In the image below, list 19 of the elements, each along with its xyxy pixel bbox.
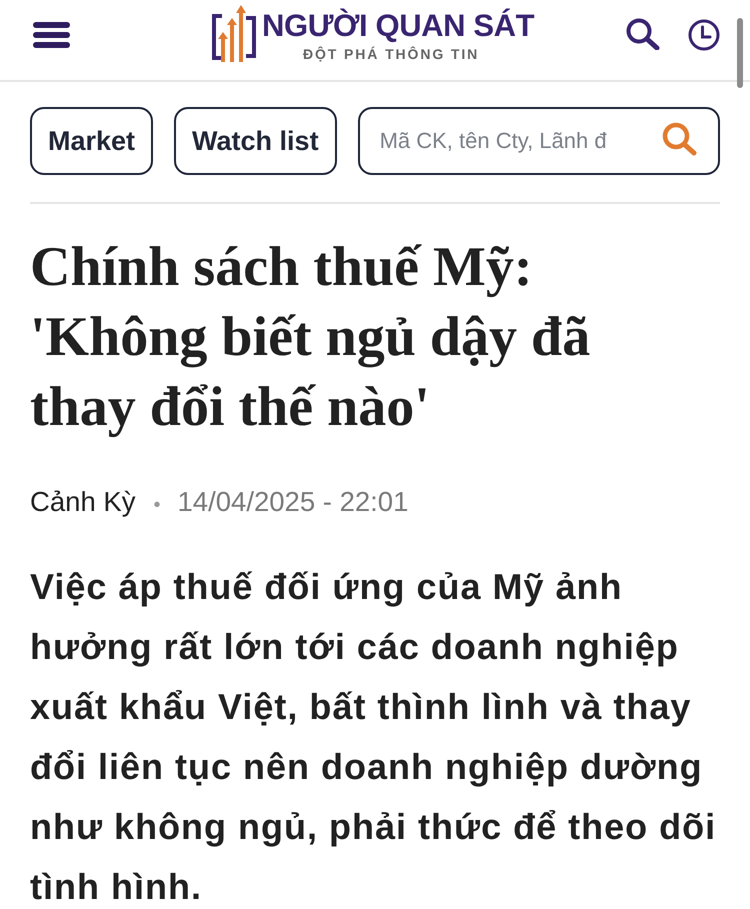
search-icon	[662, 122, 698, 156]
author-name: Cảnh Kỳ	[30, 486, 136, 518]
chart-arrows-logo-icon	[212, 4, 256, 62]
logo-wordmark: NGƯỜI QUAN SÁT	[262, 10, 534, 42]
history-button[interactable]	[688, 19, 720, 51]
separator-dot: •	[153, 493, 160, 518]
search-field[interactable]: Mã CK, tên Cty, Lãnh đ	[358, 107, 720, 175]
nav-button[interactable]: Watch list	[174, 107, 337, 175]
publish-date: 14/04/2025 - 22:01	[178, 486, 408, 518]
search-button[interactable]	[625, 18, 660, 50]
scroll-bar	[737, 18, 743, 88]
article-title: Chính sách thuế Mỹ: 'Không biết ngủ dậy đã thay đổi thế nào'	[30, 235, 592, 440]
search-icon	[625, 18, 660, 50]
article-lead: Việc áp thuế đối ứng của Mỹ ảnh hưởng rất lớn tới các doanh nghiệp xuất khẩu Việt, bất thình lình và thay đổi liên tục nên doanh nghiệp dường như không ngủ, phải thức để theo dõi tình hình.	[30, 565, 718, 909]
clock-icon	[688, 19, 720, 51]
menu-button[interactable]	[33, 22, 70, 48]
nav-button[interactable]: Market	[30, 107, 154, 175]
menu-icon	[33, 22, 70, 48]
logo-tagline: ĐỘT PHÁ THÔNG TIN	[303, 46, 480, 62]
